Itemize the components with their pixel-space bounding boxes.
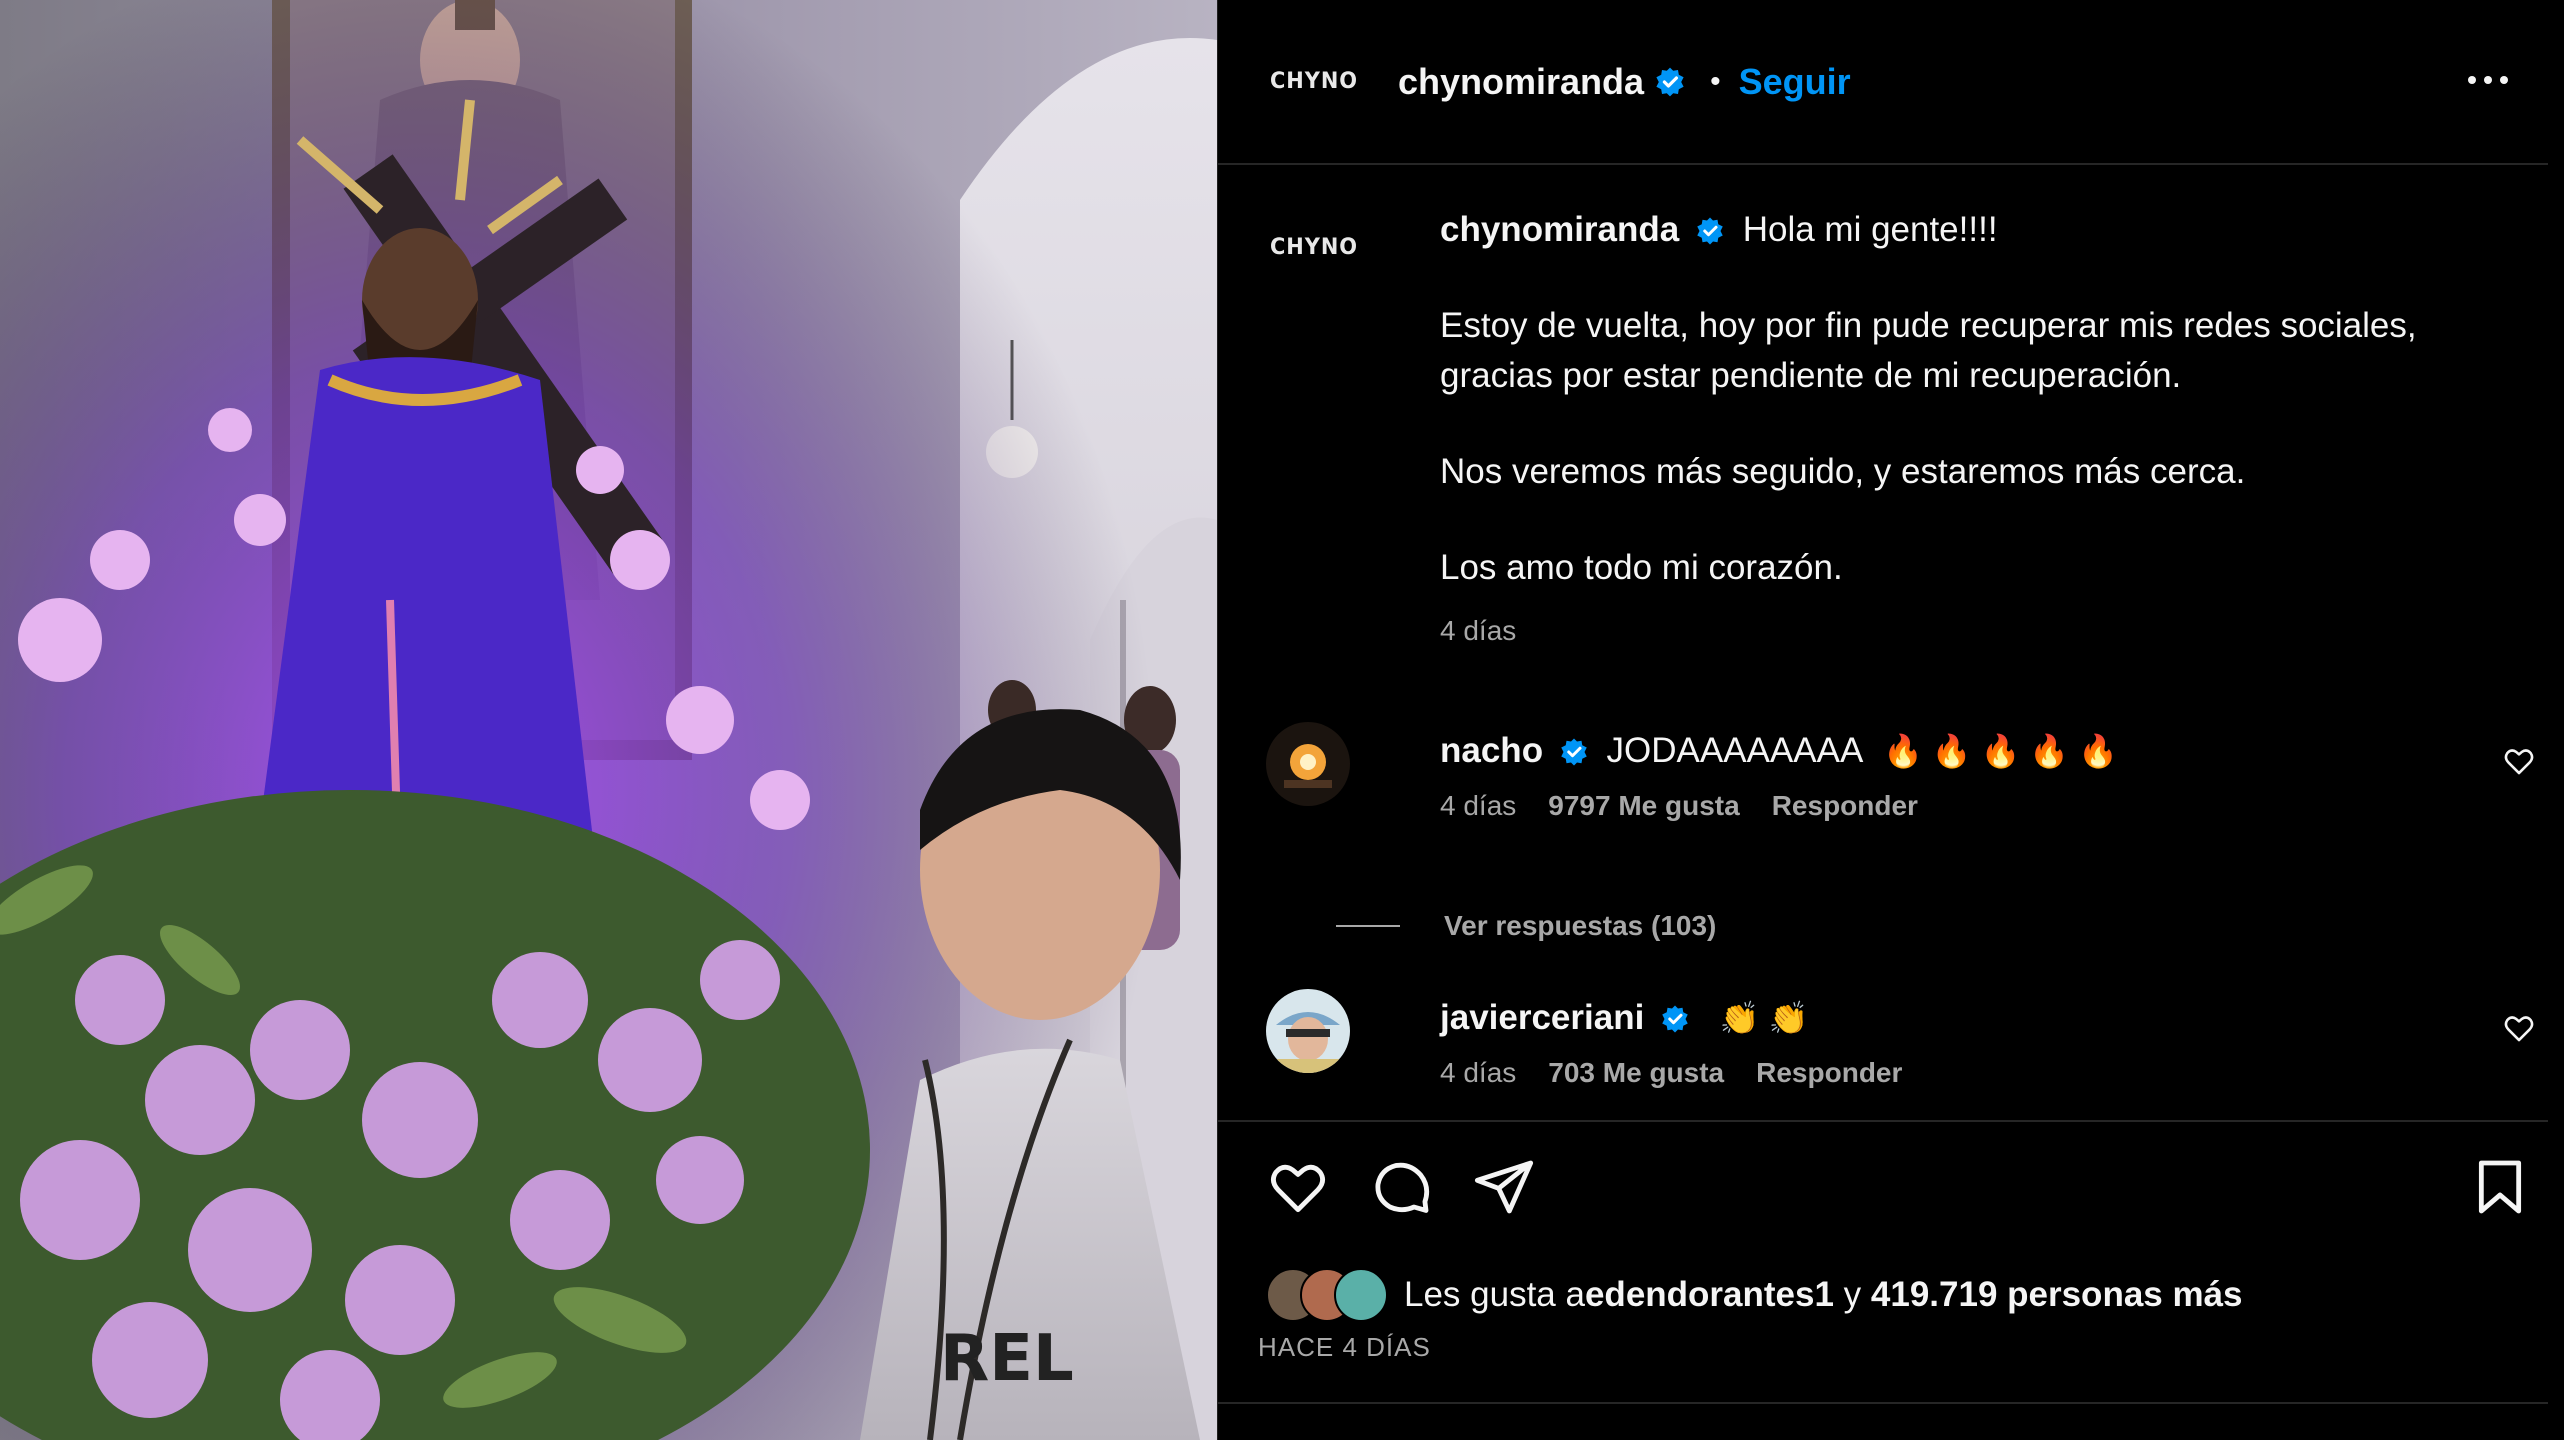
comment-time[interactable]: 4 días (1440, 1057, 1516, 1089)
reply-button[interactable]: Responder (1772, 790, 1918, 822)
comment-emoji: 👏 👏 (1719, 1000, 1809, 1036)
more-options-icon[interactable] (2458, 55, 2518, 105)
divider (1218, 1402, 2548, 1404)
reply-button[interactable]: Responder (1756, 1057, 1902, 1089)
heart-icon[interactable] (1266, 1155, 1330, 1219)
liker-avatars (1266, 1268, 1396, 1322)
comments-section[interactable]: CHYNO chynomiranda Hola mi gente!!!! Est… (1218, 167, 2548, 1122)
comment-author[interactable]: javierceriani (1440, 998, 1644, 1037)
caption-time[interactable]: 4 días (1440, 615, 2520, 647)
author-username[interactable]: chynomiranda (1398, 61, 1644, 103)
view-replies-button[interactable]: Ver respuestas (103) (1336, 910, 1716, 942)
caption-author[interactable]: chynomiranda (1440, 210, 1679, 249)
separator-dot: • (1710, 64, 1721, 98)
comment-like-heart-icon[interactable] (2502, 1011, 2536, 1045)
verified-badge-icon (1654, 66, 1686, 98)
follow-button[interactable]: Seguir (1739, 61, 1851, 103)
send-icon[interactable] (1472, 1155, 1536, 1219)
author-avatar[interactable]: CHYNO (1268, 58, 1359, 106)
verified-badge-icon (1695, 216, 1727, 248)
caption-author-avatar[interactable]: CHYNO (1268, 223, 1359, 271)
comment-likes[interactable]: 703 Me gusta (1548, 1057, 1724, 1089)
comment-like-heart-icon[interactable] (2502, 744, 2536, 778)
comment-author[interactable]: nacho (1440, 731, 1543, 770)
post-date[interactable]: HACE 4 DÍAS (1258, 1332, 1431, 1363)
likes-prefix: Les gusta a (1404, 1275, 1585, 1314)
post-viewer: REL CHYNO chynomiranda • Seguir CHYNO ch… (0, 0, 2564, 1440)
verified-badge-icon (1559, 737, 1591, 769)
likes-count[interactable]: 419.719 personas más (1871, 1275, 2243, 1315)
comment-likes[interactable]: 9797 Me gusta (1548, 790, 1739, 822)
caption-paragraph-2: Nos veremos más seguido, y estaremos más… (1440, 452, 2246, 491)
likes-summary[interactable]: Les gusta a edendorantes1 y 419.719 pers… (1266, 1268, 2243, 1322)
comment-emoji: 🔥 🔥 🔥 🔥 🔥 (1883, 733, 2118, 769)
comment-time[interactable]: 4 días (1440, 790, 1516, 822)
svg-text:REL: REL (940, 1322, 1074, 1396)
comment-text: JODAAAAAAAA (1606, 731, 1862, 770)
caption-first-line: Hola mi gente!!!! (1742, 210, 1998, 249)
likes-middle: y (1833, 1275, 1871, 1314)
post-photo[interactable]: REL (0, 0, 1217, 1440)
view-replies-label[interactable]: Ver respuestas (103) (1444, 910, 1716, 942)
bookmark-icon[interactable] (2468, 1155, 2532, 1219)
caption-paragraph-3: Los amo todo mi corazón. (1440, 548, 1843, 587)
verified-badge-icon (1660, 1004, 1692, 1036)
post-image: REL (0, 0, 1217, 1440)
replies-divider-line (1336, 925, 1400, 927)
commenter-avatar[interactable] (1266, 989, 1350, 1073)
post-header: CHYNO chynomiranda • Seguir (1218, 0, 2548, 165)
post-actions (1266, 1155, 2536, 1235)
caption-paragraph-1: Estoy de vuelta, hoy por fin pude recupe… (1440, 306, 2417, 395)
comment-icon[interactable] (1370, 1155, 1434, 1219)
post-panel: CHYNO chynomiranda • Seguir CHYNO chynom… (1217, 0, 2564, 1440)
commenter-avatar[interactable] (1266, 722, 1350, 806)
likes-user[interactable]: edendorantes1 (1585, 1275, 1834, 1315)
